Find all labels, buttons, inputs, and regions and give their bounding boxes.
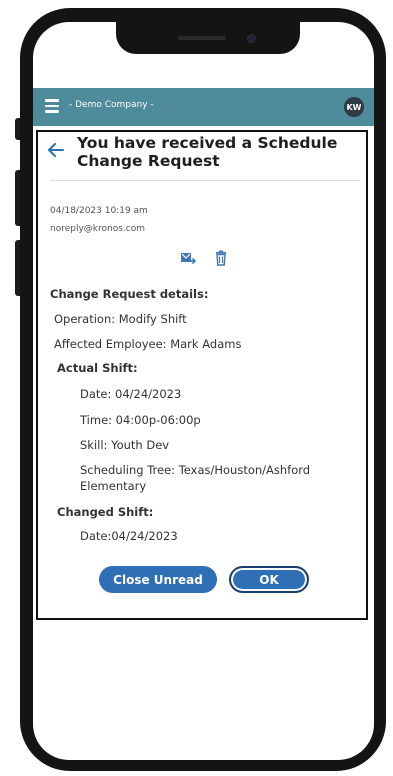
ok-button[interactable]: OK xyxy=(229,566,309,593)
trash-icon[interactable] xyxy=(213,250,229,266)
details-heading: Change Request details: xyxy=(50,287,209,301)
message-date: 04/18/2023 10:19 am xyxy=(50,206,148,216)
changed-shift-heading: Changed Shift: xyxy=(57,505,154,519)
changed-date-line: Date:04/24/2023 xyxy=(80,529,178,543)
back-arrow-icon[interactable] xyxy=(48,142,64,161)
app-header: - Demo Company - KW xyxy=(33,88,374,126)
message-dialog: You have received a Schedule Change Requ… xyxy=(36,130,368,620)
phone-notch xyxy=(116,10,300,54)
actual-skill-line: Skill: Youth Dev xyxy=(80,438,170,452)
speaker-grille xyxy=(178,36,226,40)
message-title: You have received a Schedule Change Requ… xyxy=(77,134,338,170)
actual-shift-heading: Actual Shift: xyxy=(57,361,138,375)
operation-line: Operation: Modify Shift xyxy=(54,312,187,326)
actual-date-line: Date: 04/24/2023 xyxy=(80,387,182,401)
affected-employee-line: Affected Employee: Mark Adams xyxy=(54,337,242,351)
phone-screen: - Demo Company - KW You have received a … xyxy=(33,22,374,760)
message-sender: noreply@kronos.com xyxy=(50,224,145,234)
actual-time-line: Time: 04:00p-06:00p xyxy=(80,413,201,427)
user-avatar[interactable]: KW xyxy=(344,97,364,117)
title-divider xyxy=(50,180,360,181)
scheduling-tree-line-2: Elementary xyxy=(80,479,147,493)
company-name: - Demo Company - xyxy=(69,100,154,110)
camera-icon xyxy=(247,34,256,43)
menu-icon[interactable] xyxy=(45,99,59,113)
move-icon[interactable] xyxy=(180,250,197,266)
close-unread-button[interactable]: Close Unread xyxy=(99,566,217,593)
scheduling-tree-line: Scheduling Tree: Texas/Houston/Ashford xyxy=(80,463,311,477)
